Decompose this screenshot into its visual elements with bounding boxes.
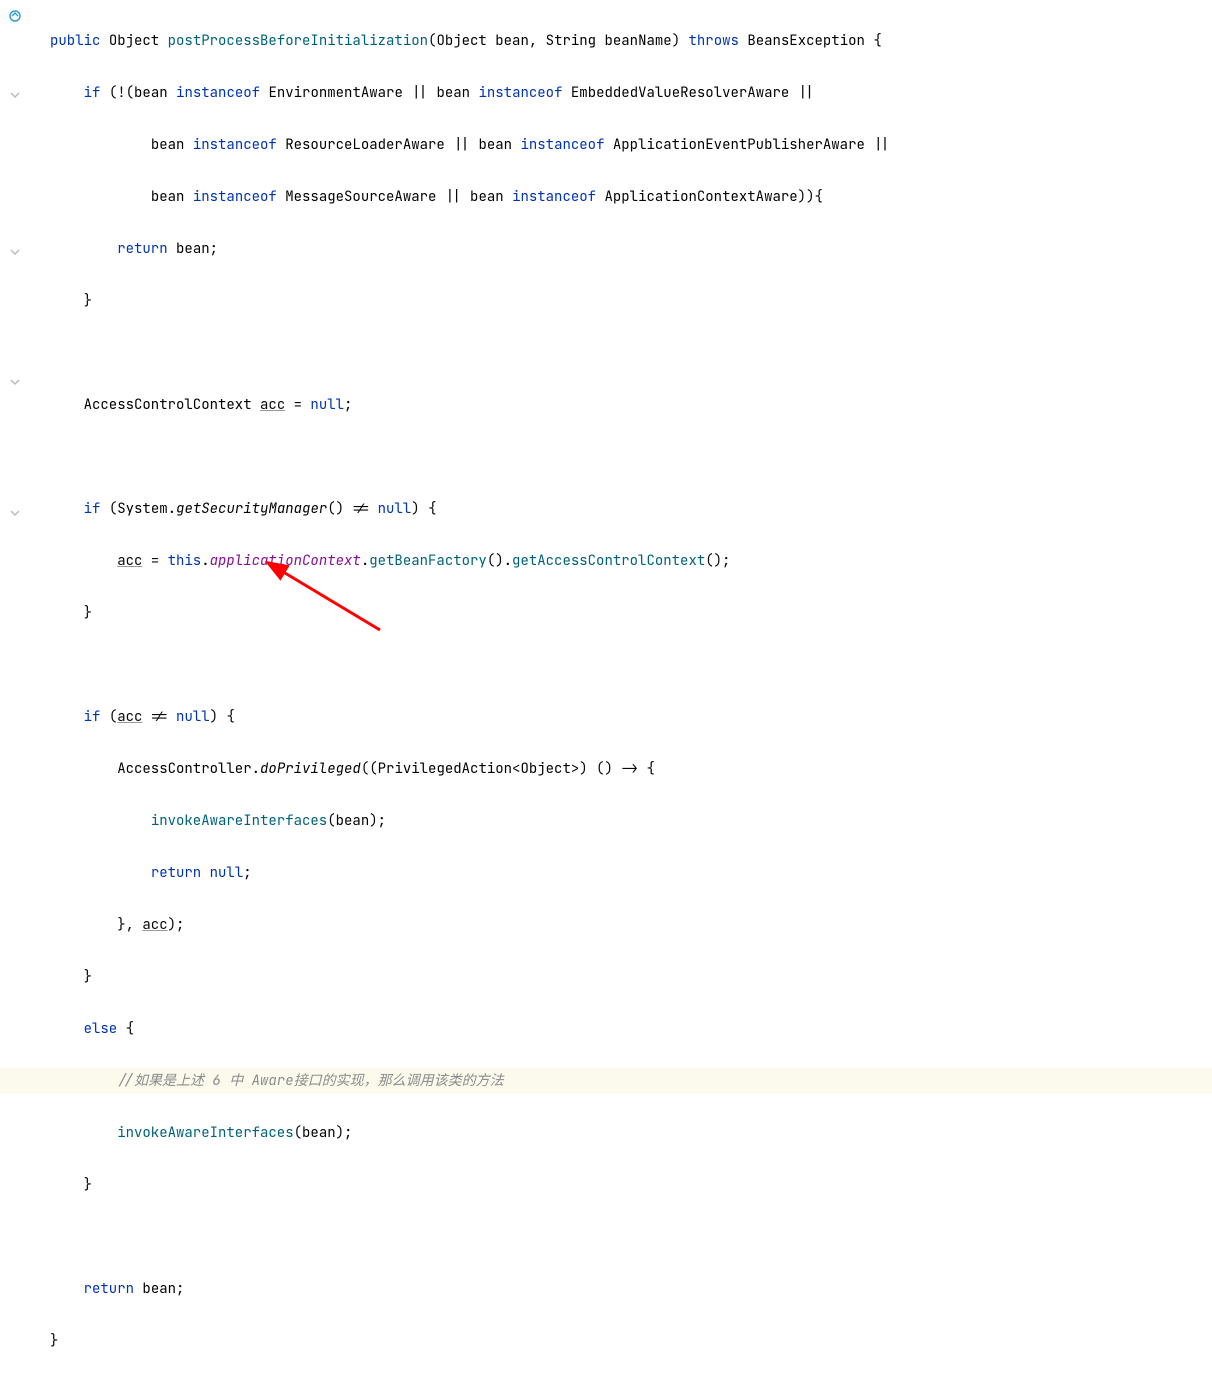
code-line[interactable]: if (System.getSecurityManager() != null)… [50,496,1212,522]
code-line[interactable]: AccessControlContext acc = null; [50,392,1212,418]
code-line[interactable]: public Object postProcessBeforeInitializ… [50,28,1212,54]
code-line[interactable] [50,652,1212,678]
code-line[interactable]: invokeAwareInterfaces(bean); [50,808,1212,834]
code-line[interactable]: invokeAwareInterfaces(bean); [50,1120,1212,1146]
code-line[interactable]: } [50,1172,1212,1198]
code-line[interactable]: return bean; [50,1276,1212,1302]
code-line[interactable]: } [50,288,1212,314]
code-line[interactable]: AccessController.doPrivileged((Privilege… [50,756,1212,782]
code-line[interactable]: }, acc); [50,912,1212,938]
code-line[interactable]: if (acc != null) { [50,704,1212,730]
code-line[interactable]: if (!(bean instanceof EnvironmentAware |… [50,80,1212,106]
code-line[interactable] [50,1224,1212,1250]
code-line[interactable]: bean instanceof ResourceLoaderAware || b… [50,132,1212,158]
code-line[interactable] [50,444,1212,470]
code-line[interactable]: acc = this.applicationContext.getBeanFac… [50,548,1212,574]
code-line[interactable] [50,340,1212,366]
code-line[interactable]: return bean; [50,236,1212,262]
code-line[interactable]: } [50,600,1212,626]
code-line[interactable]: } [50,964,1212,990]
code-line[interactable]: return null; [50,860,1212,886]
code-line[interactable]: bean instanceof MessageSourceAware || be… [50,184,1212,210]
code-line[interactable]: else { [50,1016,1212,1042]
code-line[interactable]: } [50,1328,1212,1354]
code-editor[interactable]: public Object postProcessBeforeInitializ… [0,0,1212,1374]
code-line-highlighted[interactable]: //如果是上述 6 中 Aware接口的实现，那么调用该类的方法 [0,1068,1212,1094]
